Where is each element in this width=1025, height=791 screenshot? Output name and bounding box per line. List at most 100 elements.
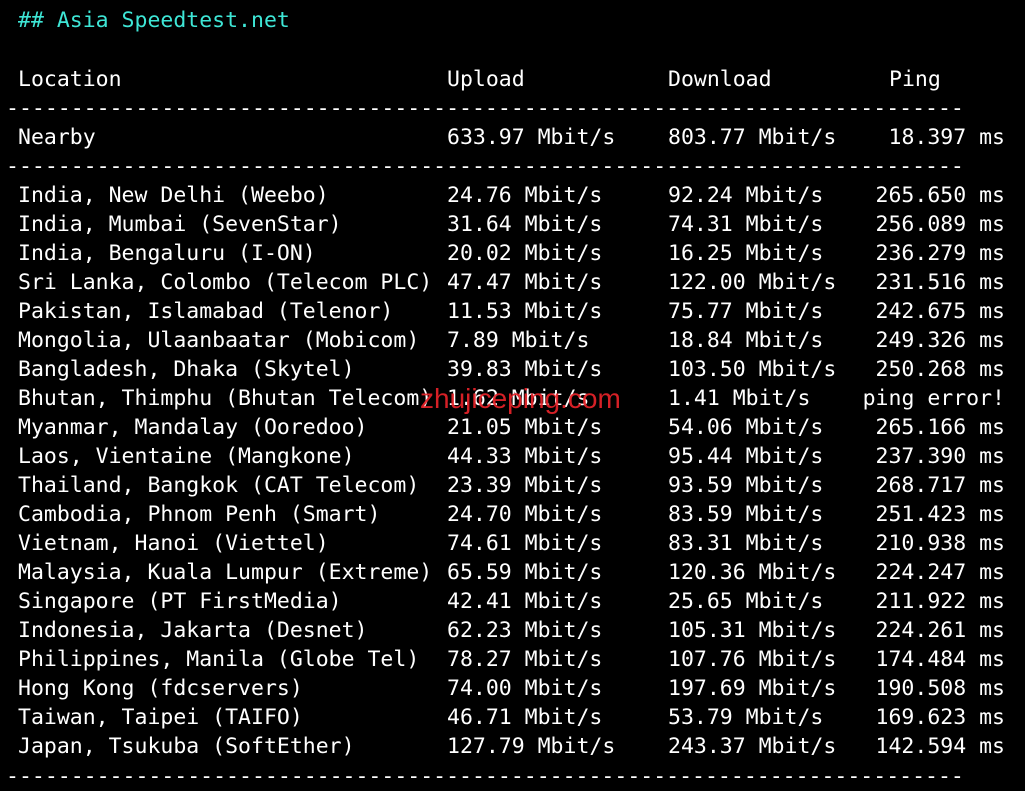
row-location: Philippines, Manila (Globe Tel) bbox=[18, 647, 420, 672]
table-row: Japan, Tsukuba (SoftEther) 127.79 Mbit/s 2… bbox=[0, 732, 1025, 761]
row-ping: 236.279 ms bbox=[875, 241, 1005, 266]
row-ping: 224.261 ms bbox=[875, 618, 1005, 643]
row-download: 122.00 Mbit/s bbox=[668, 270, 837, 295]
nearby-download: 803.77 Mbit/s bbox=[668, 125, 837, 150]
row-ping: 211.922 ms bbox=[875, 589, 1005, 614]
row-ping: 169.623 ms bbox=[875, 705, 1005, 730]
row-location: Sri Lanka, Colombo (Telecom PLC) bbox=[18, 270, 433, 295]
table-row: Thailand, Bangkok (CAT Telecom) 23.39 Mbi… bbox=[0, 471, 1025, 500]
row-upload: 127.79 Mbit/s bbox=[447, 734, 616, 759]
row-location: Bangladesh, Dhaka (Skytel) bbox=[18, 357, 355, 382]
table-row: Laos, Vientaine (Mangkone) 44.33 Mbit/s 95… bbox=[0, 442, 1025, 471]
watermark-text: zhujiceping.com bbox=[420, 383, 621, 414]
nearby-location: Nearby bbox=[18, 125, 96, 150]
row-location: Malaysia, Kuala Lumpur (Extreme) bbox=[18, 560, 433, 585]
row-upload: 24.70 Mbit/s bbox=[447, 502, 603, 527]
table-row: India, New Delhi (Weebo) 24.76 Mbit/s 92.2… bbox=[0, 181, 1025, 210]
row-location: Vietnam, Hanoi (Viettel) bbox=[18, 531, 329, 556]
row-location: Japan, Tsukuba (SoftEther) bbox=[18, 734, 355, 759]
row-download: 103.50 Mbit/s bbox=[668, 357, 837, 382]
row-download: 75.77 Mbit/s bbox=[668, 299, 824, 324]
row-upload: 24.76 Mbit/s bbox=[447, 183, 603, 208]
row-download: 1.41 Mbit/s bbox=[668, 386, 811, 411]
row-download: 25.65 Mbit/s bbox=[668, 589, 824, 614]
row-download: 53.79 Mbit/s bbox=[668, 705, 824, 730]
separator-top: ----------------------------------------… bbox=[6, 96, 964, 121]
row-upload: 78.27 Mbit/s bbox=[447, 647, 603, 672]
table-row: Singapore (PT FirstMedia) 42.41 Mbit/s 25.… bbox=[0, 587, 1025, 616]
row-upload: 74.61 Mbit/s bbox=[447, 531, 603, 556]
row-upload: 20.02 Mbit/s bbox=[447, 241, 603, 266]
row-location: India, Bengaluru (I-ON) bbox=[18, 241, 316, 266]
row-download: 92.24 Mbit/s bbox=[668, 183, 824, 208]
row-ping: 190.508 ms bbox=[875, 676, 1005, 701]
nearby-row: Nearby 633.97 Mbit/s 803.77 Mbit/s 18.39… bbox=[0, 123, 1025, 152]
table-row: Malaysia, Kuala Lumpur (Extreme) 65.59 Mb… bbox=[0, 558, 1025, 587]
row-download: 105.31 Mbit/s bbox=[668, 618, 837, 643]
table-row: Myanmar, Mandalay (Ooredoo) 21.05 Mbit/s 5… bbox=[0, 413, 1025, 442]
row-upload: 31.64 Mbit/s bbox=[447, 212, 603, 237]
table-row: India, Mumbai (SevenStar) 31.64 Mbit/s 74.… bbox=[0, 210, 1025, 239]
row-upload: 46.71 Mbit/s bbox=[447, 705, 603, 730]
row-download: 54.06 Mbit/s bbox=[668, 415, 824, 440]
row-ping: 142.594 ms bbox=[875, 734, 1005, 759]
header-download: Download bbox=[668, 67, 772, 92]
row-location: Singapore (PT FirstMedia) bbox=[18, 589, 342, 614]
row-upload: 7.89 Mbit/s bbox=[447, 328, 590, 353]
table-row: Indonesia, Jakarta (Desnet) 62.23 Mbit/s 1… bbox=[0, 616, 1025, 645]
row-download: 107.76 Mbit/s bbox=[668, 647, 837, 672]
row-download: 16.25 Mbit/s bbox=[668, 241, 824, 266]
row-ping: 249.326 ms bbox=[875, 328, 1005, 353]
row-download: 95.44 Mbit/s bbox=[668, 444, 824, 469]
table-row: Sri Lanka, Colombo (Telecom PLC) 47.47 Mb… bbox=[0, 268, 1025, 297]
row-location: India, Mumbai (SevenStar) bbox=[18, 212, 342, 237]
row-upload: 74.00 Mbit/s bbox=[447, 676, 603, 701]
table-row: Bangladesh, Dhaka (Skytel) 39.83 Mbit/s 10… bbox=[0, 355, 1025, 384]
row-upload: 62.23 Mbit/s bbox=[447, 618, 603, 643]
row-location: Cambodia, Phnom Penh (Smart) bbox=[18, 502, 381, 527]
table-row: Pakistan, Islamabad (Telenor) 11.53 Mbit/… bbox=[0, 297, 1025, 326]
table-row: Cambodia, Phnom Penh (Smart) 24.70 Mbit/s… bbox=[0, 500, 1025, 529]
header-ping: Ping bbox=[889, 67, 941, 92]
row-upload: 23.39 Mbit/s bbox=[447, 473, 603, 498]
row-upload: 65.59 Mbit/s bbox=[447, 560, 603, 585]
row-ping: 224.247 ms bbox=[875, 560, 1005, 585]
row-ping: 251.423 ms bbox=[875, 502, 1005, 527]
row-ping: 250.268 ms bbox=[875, 357, 1005, 382]
header-location: Location bbox=[18, 67, 122, 92]
table-row: Vietnam, Hanoi (Viettel) 74.61 Mbit/s 83.3… bbox=[0, 529, 1025, 558]
row-location: Myanmar, Mandalay (Ooredoo) bbox=[18, 415, 368, 440]
row-location: Taiwan, Taipei (TAIFO) bbox=[18, 705, 303, 730]
row-ping: 256.089 ms bbox=[875, 212, 1005, 237]
table-row: Philippines, Manila (Globe Tel) 78.27 Mbi… bbox=[0, 645, 1025, 674]
row-ping: 242.675 ms bbox=[875, 299, 1005, 324]
row-location: Indonesia, Jakarta (Desnet) bbox=[18, 618, 368, 643]
table-row: Hong Kong (fdcservers) 74.00 Mbit/s 197.69… bbox=[0, 674, 1025, 703]
row-ping: 231.516 ms bbox=[875, 270, 1005, 295]
row-location: India, New Delhi (Weebo) bbox=[18, 183, 329, 208]
table-row: India, Bengaluru (I-ON) 20.02 Mbit/s 16.25… bbox=[0, 239, 1025, 268]
row-ping: 237.390 ms bbox=[875, 444, 1005, 469]
nearby-ping: 18.397 ms bbox=[888, 125, 1006, 150]
row-location: Hong Kong (fdcservers) bbox=[18, 676, 303, 701]
table-row: Taiwan, Taipei (TAIFO) 46.71 Mbit/s 53.79 … bbox=[0, 703, 1025, 732]
row-ping: 265.650 ms bbox=[875, 183, 1005, 208]
row-download: 93.59 Mbit/s bbox=[668, 473, 824, 498]
row-download: 197.69 Mbit/s bbox=[668, 676, 837, 701]
nearby-upload: 633.97 Mbit/s bbox=[447, 125, 616, 150]
row-ping: 268.717 ms bbox=[875, 473, 1005, 498]
row-location: Laos, Vientaine (Mangkone) bbox=[18, 444, 355, 469]
row-download: 74.31 Mbit/s bbox=[668, 212, 824, 237]
row-ping: 265.166 ms bbox=[875, 415, 1005, 440]
row-ping: ping error! bbox=[862, 386, 1005, 411]
row-location: Bhutan, Thimphu (Bhutan Telecom) bbox=[18, 386, 433, 411]
row-upload: 47.47 Mbit/s bbox=[447, 270, 603, 295]
row-location: Pakistan, Islamabad (Telenor) bbox=[18, 299, 394, 324]
row-download: 18.84 Mbit/s bbox=[668, 328, 824, 353]
row-download: 120.36 Mbit/s bbox=[668, 560, 837, 585]
table-row: Mongolia, Ulaanbaatar (Mobicom) 7.89 Mbit… bbox=[0, 326, 1025, 355]
row-upload: 21.05 Mbit/s bbox=[447, 415, 603, 440]
separator-middle: ----------------------------------------… bbox=[6, 154, 964, 179]
row-download: 243.37 Mbit/s bbox=[668, 734, 837, 759]
table-header-row: Location Upload Download Ping bbox=[0, 65, 1025, 94]
